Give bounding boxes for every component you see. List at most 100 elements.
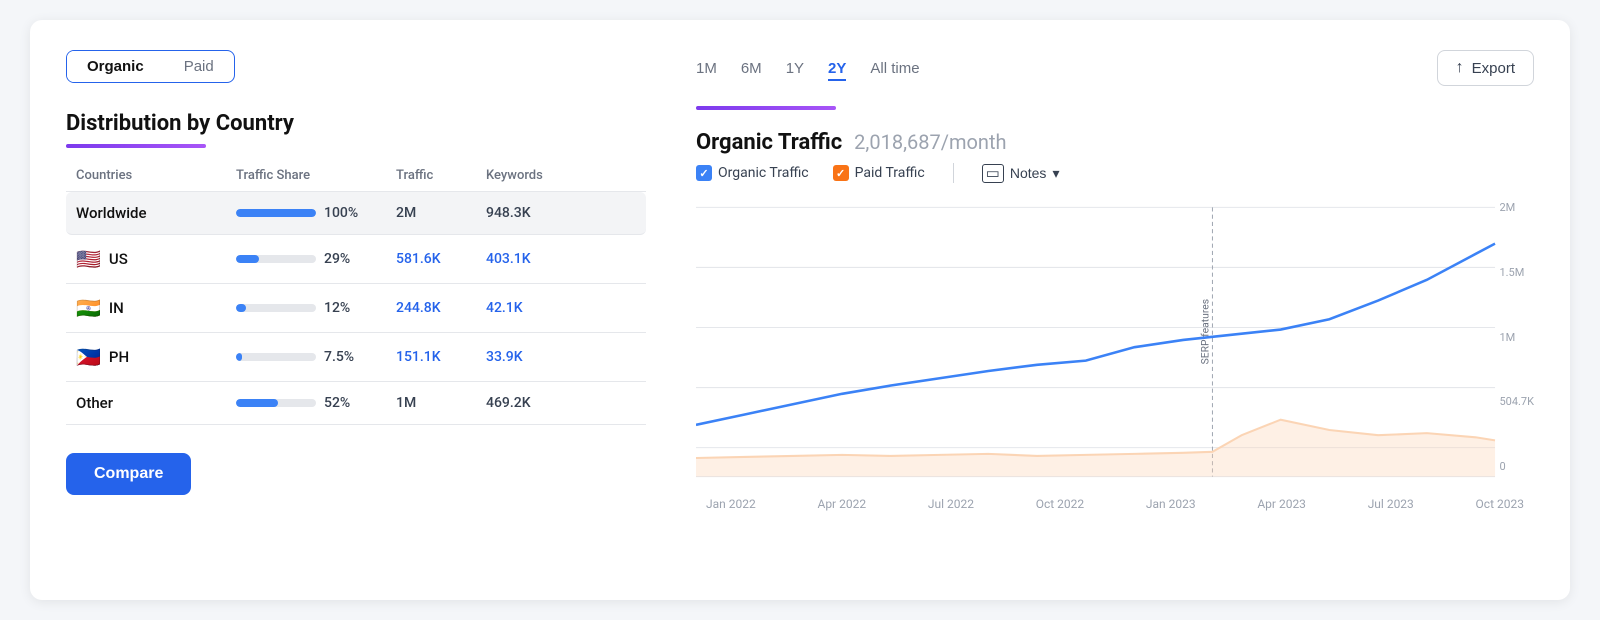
bar-bg-worldwide [236,209,316,217]
header-keywords: Keywords [486,168,586,183]
table-row-us[interactable]: 🇺🇸 US 29% 581.6K403.1K [66,235,646,284]
x-label: Jan 2022 [706,497,756,511]
keywords-other: 469.2K [486,395,586,411]
bar-bg-us [236,255,316,263]
keywords-us[interactable]: 403.1K [486,251,586,267]
export-icon: ↑ [1456,59,1464,77]
chart-value: 2,018,687/month [854,130,1006,154]
pct-other: 52% [324,395,360,411]
bar-bg-other [236,399,316,407]
x-label: Apr 2022 [817,497,866,511]
paid-label: Paid Traffic [855,165,925,181]
traffic-other: 1M [396,395,486,411]
country-cell-ph: 🇵🇭 PH [76,345,236,369]
header-traffic: Traffic [396,168,486,183]
organic-checkbox[interactable]: ✓ [696,165,712,181]
x-label: Oct 2023 [1476,497,1524,511]
keywords-worldwide: 948.3K [486,205,586,221]
country-name-in: IN [109,299,124,317]
traffic-ph[interactable]: 151.1K [396,349,486,365]
x-axis-labels: Jan 2022Apr 2022Jul 2022Oct 2022Jan 2023… [696,491,1534,511]
tab-paid[interactable]: Paid [164,51,234,82]
flag-ph: 🇵🇭 [76,345,101,369]
compare-button[interactable]: Compare [66,453,191,495]
time-filter-row: 1M 6M 1Y 2Y All time ↑ Export [696,50,1534,86]
bar-fill-us [236,255,259,263]
notes-icon: ▭ [982,164,1004,183]
chart-svg: SERP features [696,197,1534,487]
bar-fill-worldwide [236,209,316,217]
time-filter-2y[interactable]: 2Y [828,56,846,81]
legend-organic: ✓ Organic Traffic [696,165,809,181]
bar-cell-us: 29% [236,251,396,267]
traffic-worldwide: 2M [396,205,486,221]
legend-paid: ✓ Paid Traffic [833,165,925,181]
legend-row: ✓ Organic Traffic ✓ Paid Traffic ▭ Notes… [696,163,1534,183]
country-cell-us: 🇺🇸 US [76,247,236,271]
bar-cell-ph: 7.5% [236,349,396,365]
table-row-ph[interactable]: 🇵🇭 PH 7.5% 151.1K33.9K [66,333,646,382]
right-panel: 1M 6M 1Y 2Y All time ↑ Export Organic Traffi… [696,50,1534,570]
y-label: 0 [1499,460,1534,473]
bar-cell-in: 12% [236,300,396,316]
organic-label: Organic Traffic [718,165,809,181]
time-filter-1y[interactable]: 1Y [786,56,804,81]
table-row-worldwide[interactable]: Worldwide 100% 2M948.3K [66,192,646,235]
traffic-us[interactable]: 581.6K [396,251,486,267]
keywords-in[interactable]: 42.1K [486,300,586,316]
chart-area: SERP features 2M 1.5M 1M 504.7K 0 Jan 2022 Ap… [696,197,1534,517]
bar-bg-ph [236,353,316,361]
x-label: Jul 2022 [928,497,974,511]
paid-checkbox[interactable]: ✓ [833,165,849,181]
y-label: 504.7K [1499,395,1534,408]
x-label: Jul 2023 [1368,497,1414,511]
notes-button[interactable]: ▭ Notes ▾ [982,164,1060,183]
country-cell-other: Other [76,394,236,412]
y-label: 2M [1499,201,1534,214]
traffic-in[interactable]: 244.8K [396,300,486,316]
main-card: Organic Paid Distribution by Country Cou… [30,20,1570,600]
pct-us: 29% [324,251,360,267]
chart-header: Organic Traffic 2,018,687/month ✓ Organi… [696,106,1534,183]
pct-ph: 7.5% [324,349,360,365]
bar-fill-in [236,304,246,312]
section-title: Distribution by Country [66,111,646,136]
y-label: 1.5M [1499,266,1534,279]
time-filter-6m[interactable]: 6M [741,56,762,81]
purple-bar [66,144,206,148]
y-label: 1M [1499,331,1534,344]
flag-us: 🇺🇸 [76,247,101,271]
tab-organic[interactable]: Organic [67,51,164,82]
bar-bg-in [236,304,316,312]
bar-fill-other [236,399,278,407]
bar-fill-ph [236,353,242,361]
country-cell-worldwide: Worldwide [76,204,236,222]
header-traffic-share: Traffic Share [236,168,396,183]
chevron-down-icon: ▾ [1052,165,1059,182]
export-label: Export [1472,60,1515,77]
tab-group: Organic Paid [66,50,235,83]
table-body: Worldwide 100% 2M948.3K 🇺🇸 US 29% 581.6K40… [66,192,646,425]
left-panel: Organic Paid Distribution by Country Cou… [66,50,646,570]
country-name-other: Other [76,394,113,412]
notes-label: Notes [1010,165,1047,181]
keywords-ph[interactable]: 33.9K [486,349,586,365]
time-filter-1m[interactable]: 1M [696,56,717,81]
x-label: Oct 2022 [1036,497,1084,511]
pct-in: 12% [324,300,360,316]
table-header: Countries Traffic Share Traffic Keywords [66,168,646,192]
header-countries: Countries [76,168,236,183]
legend-divider [953,163,954,183]
country-name-ph: PH [109,348,129,366]
country-cell-in: 🇮🇳IN [76,296,236,320]
chart-purple-bar [696,106,836,110]
bar-cell-other: 52% [236,395,396,411]
country-name-us: US [109,250,128,268]
export-button[interactable]: ↑ Export [1437,50,1534,86]
table-row-in[interactable]: 🇮🇳IN 12% 244.8K42.1K [66,284,646,333]
time-filter-all-time[interactable]: All time [870,56,919,81]
table-row-other[interactable]: Other 52% 1M469.2K [66,382,646,425]
chart-title: Organic Traffic [696,130,842,155]
chart-title-row: Organic Traffic 2,018,687/month [696,130,1534,155]
bar-cell-worldwide: 100% [236,205,396,221]
